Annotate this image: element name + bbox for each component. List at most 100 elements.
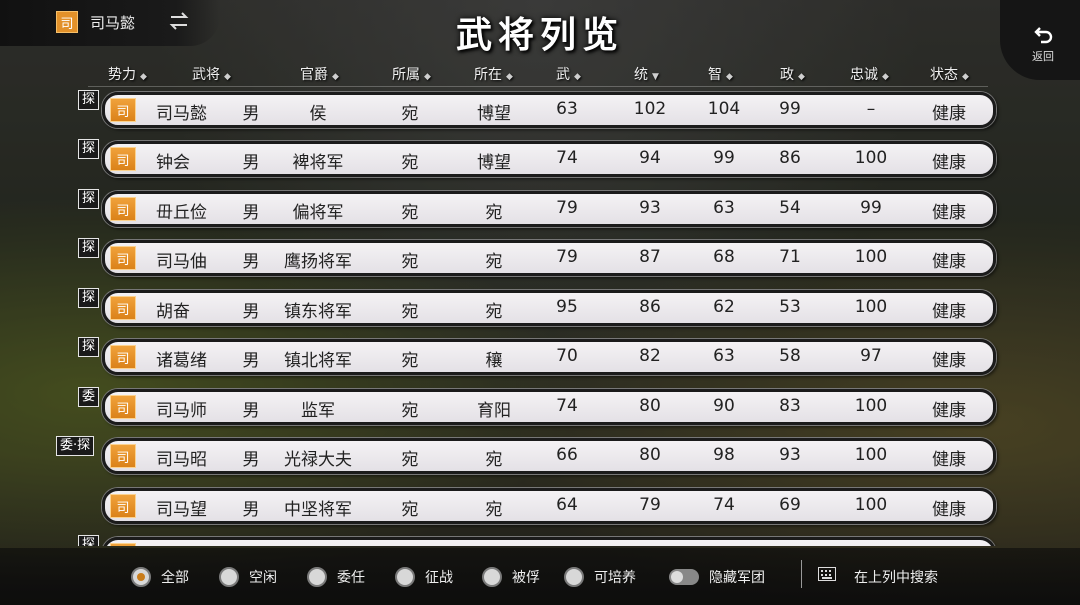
stat-loyalty: – bbox=[866, 99, 876, 119]
filter-appoint[interactable]: 委任 bbox=[307, 566, 365, 588]
filter-idle[interactable]: 空闲 bbox=[219, 566, 277, 588]
toggle-hide-army[interactable]: 隐藏军团 bbox=[669, 566, 765, 588]
stat-politics: 58 bbox=[779, 346, 801, 366]
back-button[interactable]: 返回 bbox=[1000, 0, 1080, 80]
table-row[interactable]: 探司诸葛绪 男 镇北将军 宛 穰 70 82 63 58 97 健康 bbox=[78, 337, 998, 377]
general-gender: 男 bbox=[242, 104, 260, 124]
radio-icon bbox=[482, 567, 502, 587]
col-header-command[interactable]: 统 ▼ bbox=[634, 64, 659, 84]
general-belong: 宛 bbox=[401, 104, 419, 124]
duty-badge: 探 bbox=[78, 535, 100, 546]
general-name: 司马懿 bbox=[156, 104, 207, 124]
filter-captured[interactable]: 被俘 bbox=[482, 566, 540, 588]
filter-trainable[interactable]: 可培养 bbox=[564, 566, 636, 588]
table-row[interactable]: 探司胡奋 男 镇东将军 宛 宛 95 86 62 53 100 健康 bbox=[78, 288, 998, 328]
general-name: 司马望 bbox=[156, 500, 207, 520]
sort-icon: ◆ bbox=[140, 72, 147, 82]
faction-icon: 司 bbox=[110, 246, 136, 270]
col-header-rank[interactable]: 官爵 ◆ bbox=[300, 64, 339, 84]
general-rank: 光禄大夫 bbox=[284, 450, 352, 470]
stat-command: 102 bbox=[633, 99, 667, 119]
table-row[interactable]: 委司司马师 男 监军 宛 育阳 74 80 90 83 100 健康 bbox=[78, 387, 998, 427]
col-header-location[interactable]: 所在 ◆ bbox=[474, 64, 513, 84]
table-row[interactable]: 探司钟会 男 裨将军 宛 博望 74 94 99 86 100 健康 bbox=[78, 139, 998, 179]
faction-icon: 司 bbox=[110, 543, 136, 546]
filter-all[interactable]: 全部 bbox=[131, 566, 189, 588]
general-belong: 宛 bbox=[401, 203, 419, 223]
stat-war: 95 bbox=[556, 297, 578, 317]
general-rank: 侯 bbox=[309, 104, 327, 124]
stat-politics: 83 bbox=[779, 396, 801, 416]
stat-command: 86 bbox=[639, 297, 661, 317]
col-header-status[interactable]: 状态 ◆ bbox=[930, 64, 969, 84]
stat-loyalty: 100 bbox=[854, 495, 888, 515]
duty-badge: 委·探 bbox=[56, 436, 95, 456]
stat-loyalty: 100 bbox=[854, 297, 888, 317]
radio-selected-icon bbox=[131, 567, 151, 587]
duty-badge: 探 bbox=[78, 337, 100, 357]
col-header-war[interactable]: 武 ◆ bbox=[556, 64, 581, 84]
col-header-general[interactable]: 武将 ◆ bbox=[192, 64, 231, 84]
general-name: 司马师 bbox=[156, 401, 207, 421]
table-row[interactable]: 委·探司司马昭 男 光禄大夫 宛 宛 66 80 98 93 100 健康 bbox=[56, 436, 998, 476]
stat-command: 82 bbox=[639, 346, 661, 366]
general-gender: 男 bbox=[242, 450, 260, 470]
general-location: 宛 bbox=[485, 450, 503, 470]
search-in-list[interactable]: 在上列中搜索 bbox=[854, 566, 938, 588]
general-name: 司马昭 bbox=[156, 450, 207, 470]
stat-intellect: 62 bbox=[713, 297, 735, 317]
return-icon bbox=[1034, 27, 1053, 44]
row-background bbox=[102, 537, 996, 546]
header-divider bbox=[88, 86, 988, 87]
duty-badge: 探 bbox=[78, 288, 100, 308]
col-header-faction[interactable]: 势力 ◆ bbox=[108, 64, 147, 84]
faction-icon: 司 bbox=[110, 395, 136, 419]
general-location: 穰 bbox=[485, 351, 503, 371]
sort-icon: ◆ bbox=[506, 72, 513, 82]
table-row[interactable]: 探司司马懿 男 侯 宛 博望 63 102 104 99 – 健康 bbox=[78, 90, 998, 130]
radio-icon bbox=[219, 567, 239, 587]
faction-icon: 司 bbox=[110, 494, 136, 518]
stat-loyalty: 97 bbox=[860, 346, 882, 366]
col-header-politics[interactable]: 政 ◆ bbox=[780, 64, 805, 84]
col-header-loyalty[interactable]: 忠诚 ◆ bbox=[850, 64, 889, 84]
duty-badge: 委 bbox=[78, 387, 100, 407]
sort-icon: ◆ bbox=[882, 72, 889, 82]
stat-war: 74 bbox=[556, 396, 578, 416]
general-belong: 宛 bbox=[401, 401, 419, 421]
row-background bbox=[102, 92, 996, 128]
stat-war: 74 bbox=[556, 148, 578, 168]
general-status: 健康 bbox=[932, 252, 966, 272]
stat-loyalty: 100 bbox=[854, 445, 888, 465]
general-rank: 裨将军 bbox=[292, 153, 344, 173]
general-belong: 宛 bbox=[401, 450, 419, 470]
duty-badge: 探 bbox=[78, 90, 100, 110]
general-location: 博望 bbox=[477, 153, 511, 173]
general-list[interactable]: 探司司马懿男侯宛博望 63 102 104 99– 健康探司钟会男裨将军宛博望 74 94 99… bbox=[0, 88, 1080, 546]
table-row[interactable]: 司司马望 男 中坚将军 宛 宛 64 79 74 69 100 健康 bbox=[78, 486, 998, 526]
sort-icon: ◆ bbox=[424, 72, 431, 82]
table-row[interactable]: 探司 bbox=[78, 535, 998, 546]
table-header: 势力 ◆ 武将 ◆ 官爵 ◆ 所属 ◆ 所在 ◆ 武 ◆ 统 ▼ 智 ◆ 政 ◆ 忠诚 ◆ 状态 ◆ bbox=[88, 60, 988, 86]
col-header-intellect[interactable]: 智 ◆ bbox=[708, 64, 733, 84]
general-gender: 男 bbox=[242, 302, 260, 322]
general-gender: 男 bbox=[242, 203, 260, 223]
duty-badge: 探 bbox=[78, 238, 100, 258]
stat-war: 66 bbox=[556, 445, 578, 465]
table-row[interactable]: 探司毌丘俭 男 偏将军 宛 宛 79 93 63 54 99 健康 bbox=[78, 189, 998, 229]
radio-icon bbox=[307, 567, 327, 587]
stat-politics: 69 bbox=[779, 495, 801, 515]
stat-intellect: 90 bbox=[713, 396, 735, 416]
general-gender: 男 bbox=[242, 153, 260, 173]
table-row[interactable]: 探司司马伷 男 鹰扬将军 宛 宛 79 87 68 71 100 健康 bbox=[78, 238, 998, 278]
back-label: 返回 bbox=[1032, 50, 1054, 63]
general-gender: 男 bbox=[242, 351, 260, 371]
filter-campaign[interactable]: 征战 bbox=[395, 566, 453, 588]
col-header-belong[interactable]: 所属 ◆ bbox=[392, 64, 431, 84]
keyboard-icon[interactable] bbox=[818, 567, 836, 581]
stat-politics: 71 bbox=[779, 247, 801, 267]
stat-intellect: 104 bbox=[707, 99, 741, 119]
filter-divider bbox=[801, 560, 802, 588]
general-location: 宛 bbox=[485, 203, 503, 223]
general-gender: 男 bbox=[242, 500, 260, 520]
